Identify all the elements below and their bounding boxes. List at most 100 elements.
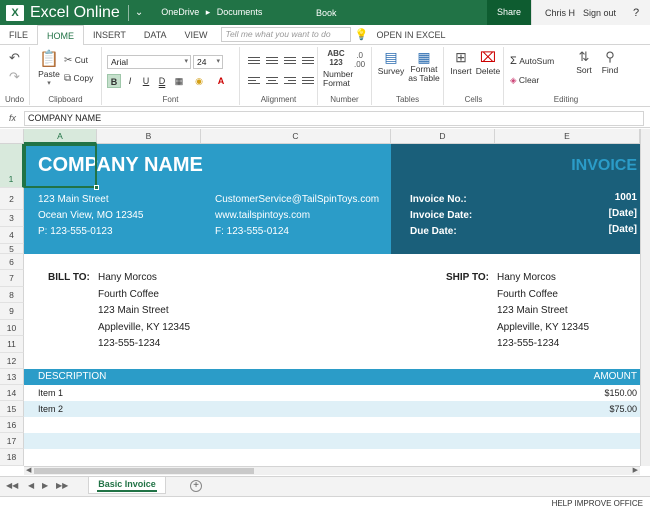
- column-header-e[interactable]: E: [495, 129, 640, 144]
- bill-to-city[interactable]: Appleville, KY 12345: [98, 322, 190, 333]
- scrollbar-thumb[interactable]: [34, 468, 254, 474]
- increase-decimal-icon[interactable]: .0.00: [354, 51, 365, 69]
- workbook-name[interactable]: Book: [316, 8, 337, 18]
- align-right-icon[interactable]: [284, 75, 296, 85]
- fill-color-icon[interactable]: ◉: [192, 74, 206, 88]
- number-format-button[interactable]: ABC 123 Number Format: [323, 49, 353, 88]
- bill-to-street[interactable]: 123 Main Street: [98, 305, 169, 316]
- company-city-line[interactable]: Ocean View, MO 12345: [38, 210, 143, 221]
- chevron-down-icon[interactable]: ⌄: [135, 7, 143, 18]
- undo-icon[interactable]: ↶: [9, 50, 20, 66]
- tab-home[interactable]: HOME: [37, 24, 85, 46]
- plus-icon[interactable]: +: [190, 480, 202, 492]
- double-underline-button[interactable]: D: [155, 74, 169, 88]
- help-icon[interactable]: ?: [633, 7, 639, 19]
- row-header-9[interactable]: 9: [0, 303, 24, 320]
- table-row[interactable]: [24, 417, 640, 433]
- copy-button[interactable]: ⧉ Copy: [64, 73, 93, 84]
- underline-button[interactable]: U: [139, 74, 153, 88]
- font-color-icon[interactable]: A: [214, 74, 228, 88]
- sheet-tab-basic-invoice[interactable]: Basic Invoice: [88, 477, 166, 494]
- horizontal-scrollbar[interactable]: ◀ ▶: [24, 466, 640, 475]
- table-row[interactable]: [24, 449, 640, 464]
- align-left-icon[interactable]: [248, 75, 260, 85]
- ship-to-name[interactable]: Hany Morcos: [497, 272, 556, 283]
- company-phone[interactable]: P: 123-555-0123: [38, 226, 113, 237]
- row-header-5[interactable]: 5: [0, 244, 24, 254]
- row-header-4[interactable]: 4: [0, 227, 24, 244]
- function-icon[interactable]: fx: [9, 113, 16, 123]
- table-row[interactable]: Item 2 $75.00: [24, 401, 640, 417]
- share-button[interactable]: Share: [487, 0, 531, 25]
- row-header-6[interactable]: 6: [0, 254, 24, 270]
- select-all-corner[interactable]: [0, 129, 24, 144]
- scroll-right-icon[interactable]: ▶: [633, 466, 638, 474]
- row-header-18[interactable]: 18: [0, 449, 24, 466]
- column-header-c[interactable]: C: [201, 129, 391, 144]
- row-header-10[interactable]: 10: [0, 320, 24, 336]
- breadcrumb-documents[interactable]: Documents: [217, 7, 263, 17]
- due-date-label[interactable]: Due Date:: [410, 226, 457, 237]
- last-sheet-icon[interactable]: ▶▶: [56, 481, 68, 490]
- company-address-line[interactable]: 123 Main Street: [38, 194, 109, 205]
- bill-to-company[interactable]: Fourth Coffee: [98, 289, 159, 300]
- bill-to-name[interactable]: Hany Morcos: [98, 272, 157, 283]
- ship-to-company[interactable]: Fourth Coffee: [497, 289, 558, 300]
- table-row[interactable]: [24, 433, 640, 449]
- borders-icon[interactable]: ▦: [172, 74, 186, 88]
- format-as-table-button[interactable]: ▦ Format as Table: [406, 49, 442, 83]
- align-middle-icon[interactable]: [266, 55, 278, 65]
- delete-button[interactable]: ⌧ Delete: [475, 49, 501, 76]
- align-bottom-icon[interactable]: [284, 55, 296, 65]
- ship-to-street[interactable]: 123 Main Street: [497, 305, 568, 316]
- next-sheet-icon[interactable]: ▶: [42, 481, 48, 490]
- row-header-14[interactable]: 14: [0, 385, 24, 401]
- survey-button[interactable]: ▤ Survey: [376, 49, 406, 76]
- first-sheet-icon[interactable]: ◀◀: [6, 481, 18, 490]
- breadcrumb-onedrive[interactable]: OneDrive: [161, 7, 199, 17]
- align-top-icon[interactable]: [248, 55, 260, 65]
- tab-file[interactable]: FILE: [0, 25, 37, 45]
- bill-to-phone[interactable]: 123-555-1234: [98, 338, 160, 349]
- fill-handle[interactable]: [94, 185, 99, 190]
- user-name[interactable]: Chris H: [545, 8, 575, 18]
- row-header-2[interactable]: 2: [0, 188, 24, 210]
- help-improve-office-link[interactable]: HELP IMPROVE OFFICE: [552, 499, 643, 508]
- font-size-select[interactable]: 24 ▾: [193, 55, 223, 69]
- bill-to-label[interactable]: BILL TO:: [48, 272, 90, 283]
- ship-to-city[interactable]: Appleville, KY 12345: [497, 322, 589, 333]
- wrap-text-icon[interactable]: [302, 55, 314, 65]
- row-header-17[interactable]: 17: [0, 433, 24, 449]
- sign-out-link[interactable]: Sign out: [583, 8, 616, 18]
- clear-button[interactable]: ◈ Clear: [510, 75, 539, 86]
- column-header-b[interactable]: B: [97, 129, 201, 144]
- align-center-icon[interactable]: [266, 75, 278, 85]
- tab-data[interactable]: DATA: [135, 25, 176, 45]
- row-header-1[interactable]: 1: [0, 144, 24, 188]
- amount-header[interactable]: AMOUNT: [594, 371, 637, 382]
- find-button[interactable]: ⚲ Find: [600, 49, 620, 75]
- paste-button[interactable]: 📋 Paste ▾: [36, 49, 62, 87]
- italic-button[interactable]: I: [123, 74, 137, 88]
- company-website[interactable]: www.tailspintoys.com: [215, 210, 310, 221]
- column-header-d[interactable]: D: [391, 129, 495, 144]
- row-header-16[interactable]: 16: [0, 417, 24, 433]
- app-title[interactable]: Excel Online: [30, 4, 120, 22]
- invoice-date-label[interactable]: Invoice Date:: [410, 210, 472, 221]
- invoice-date-value[interactable]: [Date]: [609, 208, 637, 219]
- vertical-scrollbar[interactable]: [640, 129, 650, 466]
- sort-button[interactable]: ⇅ Sort: [574, 49, 594, 75]
- ship-to-label[interactable]: SHIP TO:: [446, 272, 489, 283]
- row-header-13[interactable]: 13: [0, 369, 24, 385]
- open-in-excel-button[interactable]: OPEN IN EXCEL: [377, 30, 446, 40]
- redo-icon[interactable]: ↷: [9, 69, 20, 85]
- autosum-button[interactable]: Σ AutoSum: [510, 55, 554, 67]
- previous-sheet-icon[interactable]: ◀: [28, 481, 34, 490]
- column-header-a[interactable]: A: [24, 129, 97, 144]
- tell-me-input[interactable]: Tell me what you want to do: [220, 27, 351, 42]
- tab-insert[interactable]: INSERT: [84, 25, 135, 45]
- insert-button[interactable]: ⊞ Insert: [448, 49, 474, 76]
- bold-button[interactable]: B: [107, 74, 121, 88]
- table-row[interactable]: Item 1 $150.00: [24, 385, 640, 401]
- row-header-7[interactable]: 7: [0, 270, 24, 287]
